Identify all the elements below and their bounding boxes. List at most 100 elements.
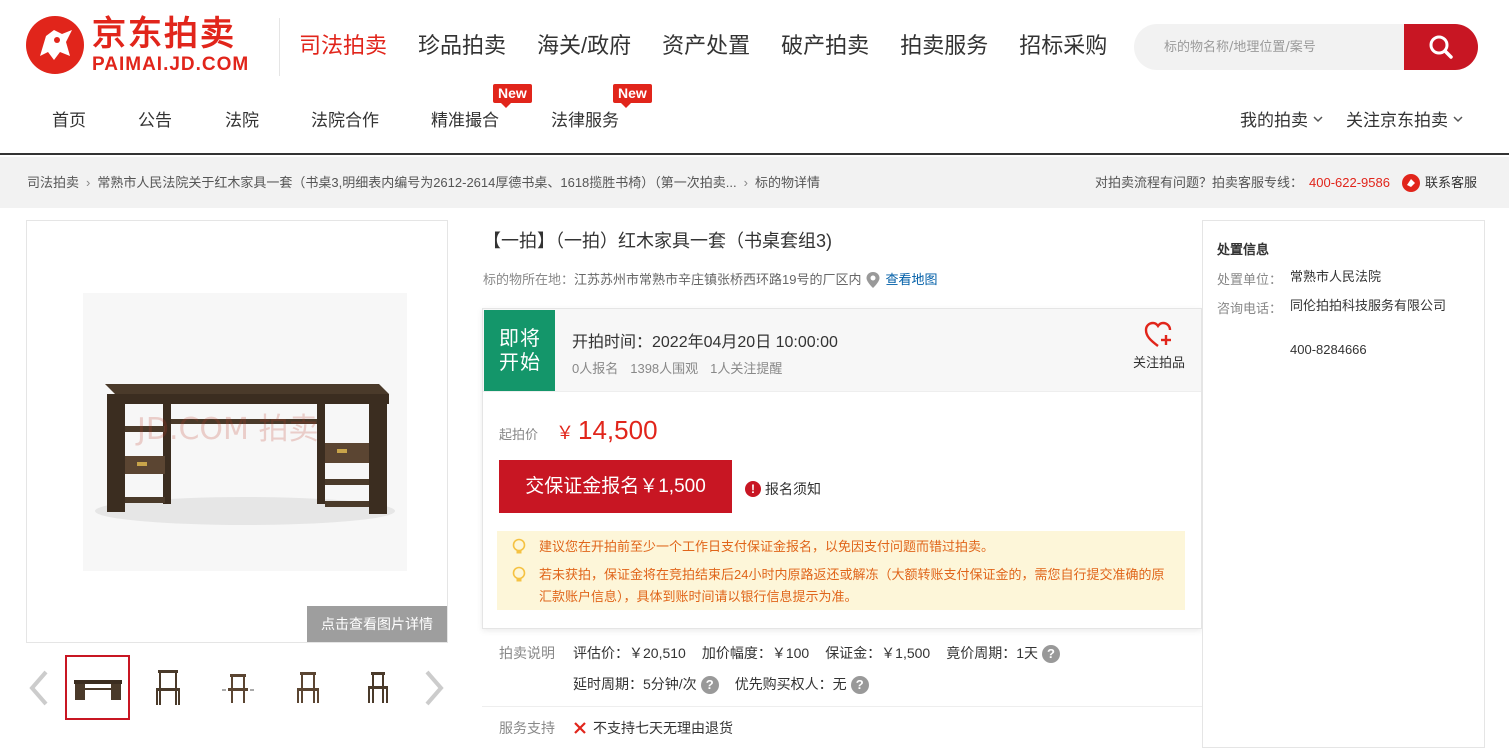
logo-text-cn: 京东拍卖: [92, 14, 236, 54]
auction-rules-label: 拍卖说明: [499, 645, 555, 661]
chair-thumbnail-image: [367, 671, 388, 703]
disposal-info-title: 处置信息: [1217, 242, 1270, 257]
extension-period-text: 延时周期：5分钟/次: [573, 676, 697, 692]
chair-thumbnail-image: [155, 669, 180, 705]
thumbnail-chair-2[interactable]: [205, 655, 270, 720]
user-links: 我的拍卖 关注京东拍卖: [1218, 106, 1464, 131]
thumbnail-chair-3[interactable]: [275, 655, 340, 720]
help-question: 对拍卖流程有问题？拍卖客服专线：: [1095, 175, 1304, 190]
view-image-details-button[interactable]: 点击查看图片详情: [307, 606, 447, 642]
hotline-phone: 400-622-9586: [1309, 175, 1390, 190]
desk-thumbnail-image: [73, 679, 122, 700]
registration-notice-link[interactable]: ! 报名须知: [745, 479, 821, 499]
sub-nav-courts[interactable]: 法院: [225, 108, 311, 134]
close-x-icon: [574, 722, 586, 734]
sub-nav-home[interactable]: 首页: [52, 108, 138, 134]
jd-dog-logo-icon: [26, 16, 84, 74]
search-icon: [1429, 35, 1453, 59]
help-question-icon[interactable]: ?: [850, 676, 869, 695]
deposit-amount: 保证金：￥1,500: [825, 645, 931, 662]
main-nav-judicial[interactable]: 司法拍卖: [299, 28, 387, 64]
location-value: 江苏苏州市常熟市辛庄镇张桥西环路19号的厂区内: [574, 272, 862, 287]
auction-start-time: 开拍时间：2022年04月20日 10:00:00: [572, 334, 838, 351]
main-product-image[interactable]: JD.COM 拍卖: [26, 220, 448, 643]
heart-plus-icon: [1144, 321, 1172, 347]
breadcrumb-bar: 司法拍卖 › 常熟市人民法院关于红木家具一套（书桌3,明细表内编号为2612-2…: [0, 157, 1509, 208]
lightbulb-icon: [512, 566, 526, 582]
starting-price-amount: 14,500: [578, 415, 658, 445]
sub-nav: 首页 公告 法院 法院合作 精准撮合 New 法律服务 New: [52, 84, 671, 134]
starting-price: 起拍价 ￥ 14,500: [499, 415, 658, 446]
starting-price-label: 起拍价: [499, 427, 539, 442]
exclamation-icon: !: [745, 481, 761, 497]
sub-nav-matching[interactable]: 精准撮合 New: [431, 84, 551, 134]
main-nav-procurement[interactable]: 招标采购: [1019, 28, 1107, 64]
my-auctions-dropdown[interactable]: 我的拍卖: [1240, 106, 1324, 131]
service-support-label: 服务支持: [499, 720, 555, 736]
location-label: 标的物所在地：: [483, 272, 575, 287]
service-support-value: 不支持七天无理由退货: [573, 718, 733, 738]
chair-thumbnail-image: [221, 673, 254, 703]
sub-nav-announcements-label: 公告: [138, 111, 172, 130]
chevron-down-icon: [1453, 115, 1463, 122]
service-support-text: 不支持七天无理由退货: [593, 720, 733, 736]
bid-increment: 加价幅度：￥100: [701, 645, 810, 662]
disposal-unit-label: 处置单位：: [1217, 272, 1283, 287]
sub-nav-matching-label: 精准撮合: [431, 111, 499, 130]
thumbnail-next-button[interactable]: [421, 668, 447, 708]
appraisal-price: 评估价：￥20,510: [573, 645, 686, 662]
thumbnail-chair-4[interactable]: [345, 655, 410, 720]
breadcrumb-case[interactable]: 常熟市人民法院关于红木家具一套（书桌3,明细表内编号为2612-2614厚德书桌…: [97, 157, 736, 208]
contact-phone-value: 400-8284666: [1290, 342, 1367, 357]
site-header: 京东拍卖 PAIMAI.JD.COM 司法拍卖 珍品拍卖 海关/政府 资产处置 …: [0, 0, 1509, 155]
lightbulb-icon: [512, 538, 526, 554]
main-nav-assets[interactable]: 资产处置: [662, 28, 750, 64]
main-nav-customs[interactable]: 海关/政府: [537, 28, 631, 64]
help-hotline: 对拍卖流程有问题？拍卖客服专线： 400-622-9586 联系客服: [1095, 157, 1477, 208]
disposal-info-panel: 处置信息 处置单位： 常熟市人民法院 咨询电话： 同伦拍拍科技服务有限公司 40…: [1202, 220, 1485, 748]
starting-price-value: ￥ 14,500: [556, 415, 658, 446]
main-nav-treasures[interactable]: 珍品拍卖: [418, 28, 506, 64]
contact-phone-label: 咨询电话：: [1217, 301, 1283, 316]
contact-service-link[interactable]: 联系客服: [1401, 157, 1477, 208]
sub-nav-legal-services[interactable]: 法律服务 New: [551, 84, 671, 134]
tip-item: 建议您在开拍前至少一个工作日支付保证金报名，以免因支付问题而错过拍卖。: [511, 536, 1171, 558]
my-auctions-label: 我的拍卖: [1240, 111, 1308, 130]
contact-service-label: 联系客服: [1424, 175, 1477, 190]
search-input[interactable]: [1134, 24, 1414, 70]
search-box: [1134, 24, 1478, 70]
auction-panel: 即将开始 开拍时间：2022年04月20日 10:00:00 0人报名 1398…: [482, 308, 1202, 629]
sub-nav-announcements[interactable]: 公告: [138, 108, 225, 134]
sub-nav-court-cooperation[interactable]: 法院合作: [311, 108, 431, 134]
breadcrumb-judicial[interactable]: 司法拍卖: [27, 157, 79, 208]
thumbnail-prev-button[interactable]: [26, 668, 52, 708]
chair-thumbnail-image: [296, 671, 319, 703]
follow-item-button[interactable]: 关注拍品: [1129, 321, 1189, 371]
logo-text-en: PAIMAI.JD.COM: [92, 54, 250, 75]
search-button[interactable]: [1404, 24, 1478, 70]
follow-jd-label: 关注京东拍卖: [1346, 111, 1448, 130]
main-nav: 司法拍卖 珍品拍卖 海关/政府 资产处置 破产拍卖 拍卖服务 招标采购: [299, 28, 1138, 64]
jd-paimai-logo[interactable]: 京东拍卖 PAIMAI.JD.COM: [26, 14, 266, 76]
tip-text: 若未获拍，保证金将在竞拍结束后24小时内原路返还或解冻（大额转账支付保证金的，需…: [539, 567, 1165, 604]
help-question-icon[interactable]: ?: [1042, 645, 1061, 664]
sub-nav-courts-label: 法院: [225, 111, 259, 130]
deposit-tips: 建议您在开拍前至少一个工作日支付保证金报名，以免因支付问题而错过拍卖。 若未获拍…: [497, 531, 1185, 610]
pay-deposit-register-button[interactable]: 交保证金报名￥1,500: [499, 460, 732, 513]
view-map-link[interactable]: 查看地图: [885, 268, 937, 292]
breadcrumb-current: 标的物详情: [754, 175, 820, 190]
contact-org: 同伦拍拍科技服务有限公司: [1290, 298, 1447, 313]
auction-stats: 0人报名 1398人围观 1人关注提醒: [572, 358, 782, 377]
follow-jd-dropdown[interactable]: 关注京东拍卖: [1346, 106, 1464, 131]
section-divider: [482, 706, 1202, 707]
help-question-icon[interactable]: ?: [700, 676, 719, 695]
sub-nav-legal-services-label: 法律服务: [551, 111, 619, 130]
main-nav-bankruptcy[interactable]: 破产拍卖: [781, 28, 869, 64]
breadcrumb-separator-icon: ›: [743, 175, 748, 190]
rules-row-2: 延时周期：5分钟/次? 优先购买权人：无?: [573, 674, 869, 695]
thumbnail-chair-1[interactable]: [135, 655, 200, 720]
thumbnail-desk[interactable]: [65, 655, 130, 720]
status-badge: 即将开始: [484, 310, 555, 391]
main-nav-services[interactable]: 拍卖服务: [900, 28, 988, 64]
watcher-count: 1398人围观: [630, 361, 699, 376]
